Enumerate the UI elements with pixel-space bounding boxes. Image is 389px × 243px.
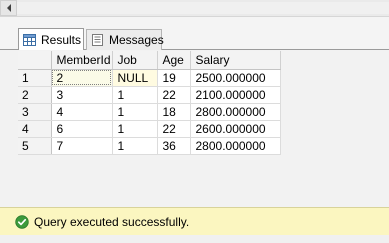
cell-memberid[interactable]: 7	[51, 137, 113, 155]
grid-corner[interactable]	[18, 51, 52, 70]
cell-age[interactable]: 22	[157, 120, 191, 138]
cell-salary[interactable]: 2800.000000	[190, 103, 281, 121]
table-row[interactable]: 1 2 NULL 19 2500.000000	[18, 69, 281, 87]
cell-age[interactable]: 19	[157, 69, 191, 87]
scroll-track[interactable]	[17, 2, 389, 14]
cell-job[interactable]: 1	[112, 86, 158, 104]
cell-job[interactable]: 1	[112, 120, 158, 138]
row-number[interactable]: 3	[18, 103, 52, 121]
column-header-job[interactable]: Job	[112, 51, 158, 70]
column-header-salary[interactable]: Salary	[190, 51, 281, 70]
cell-age[interactable]: 22	[157, 86, 191, 104]
cell-salary[interactable]: 2100.000000	[190, 86, 281, 104]
cell-salary[interactable]: 2800.000000	[190, 137, 281, 155]
tab-results[interactable]: Results	[18, 28, 84, 50]
results-tabstrip: Results Messages	[0, 17, 389, 50]
row-number[interactable]: 1	[18, 69, 52, 87]
cell-job[interactable]: NULL	[112, 69, 158, 87]
table-row[interactable]: 4 6 1 22 2600.000000	[18, 120, 281, 138]
column-header-memberid[interactable]: MemberId	[51, 51, 113, 70]
column-header-age[interactable]: Age	[157, 51, 191, 70]
table-row[interactable]: 2 3 1 22 2100.000000	[18, 86, 281, 104]
cell-memberid[interactable]: 6	[51, 120, 113, 138]
results-grid[interactable]: MemberId Job Age Salary 1 2 NULL 19 2500…	[18, 51, 281, 155]
cell-memberid[interactable]: 3	[51, 86, 113, 104]
arrow-left-icon	[6, 4, 11, 12]
row-number[interactable]: 5	[18, 137, 52, 155]
messages-icon	[91, 34, 104, 46]
cell-salary[interactable]: 2600.000000	[190, 120, 281, 138]
horizontal-scrollbar[interactable]	[0, 0, 389, 17]
cell-memberid[interactable]: 4	[51, 103, 113, 121]
table-row[interactable]: 3 4 1 18 2800.000000	[18, 103, 281, 121]
tab-messages[interactable]: Messages	[86, 29, 164, 50]
tab-messages-label: Messages	[109, 33, 164, 47]
row-number[interactable]: 4	[18, 120, 52, 138]
check-circle-icon	[15, 214, 29, 229]
query-status-bar: Query executed successfully.	[0, 207, 389, 235]
grid-header-row: MemberId Job Age Salary	[18, 51, 281, 70]
results-grid-area: MemberId Job Age Salary 1 2 NULL 19 2500…	[0, 50, 389, 207]
cell-job[interactable]: 1	[112, 103, 158, 121]
cell-salary[interactable]: 2500.000000	[190, 69, 281, 87]
cell-job[interactable]: 1	[112, 137, 158, 155]
cell-age[interactable]: 36	[157, 137, 191, 155]
grid-icon	[23, 33, 36, 46]
bottom-strip	[0, 235, 389, 243]
table-row[interactable]: 5 7 1 36 2800.000000	[18, 137, 281, 155]
cell-age[interactable]: 18	[157, 103, 191, 121]
row-number[interactable]: 2	[18, 86, 52, 104]
scroll-left-button[interactable]	[0, 0, 17, 16]
tab-results-label: Results	[41, 32, 82, 47]
cell-memberid[interactable]: 2	[51, 69, 113, 87]
status-message: Query executed successfully.	[34, 214, 190, 229]
